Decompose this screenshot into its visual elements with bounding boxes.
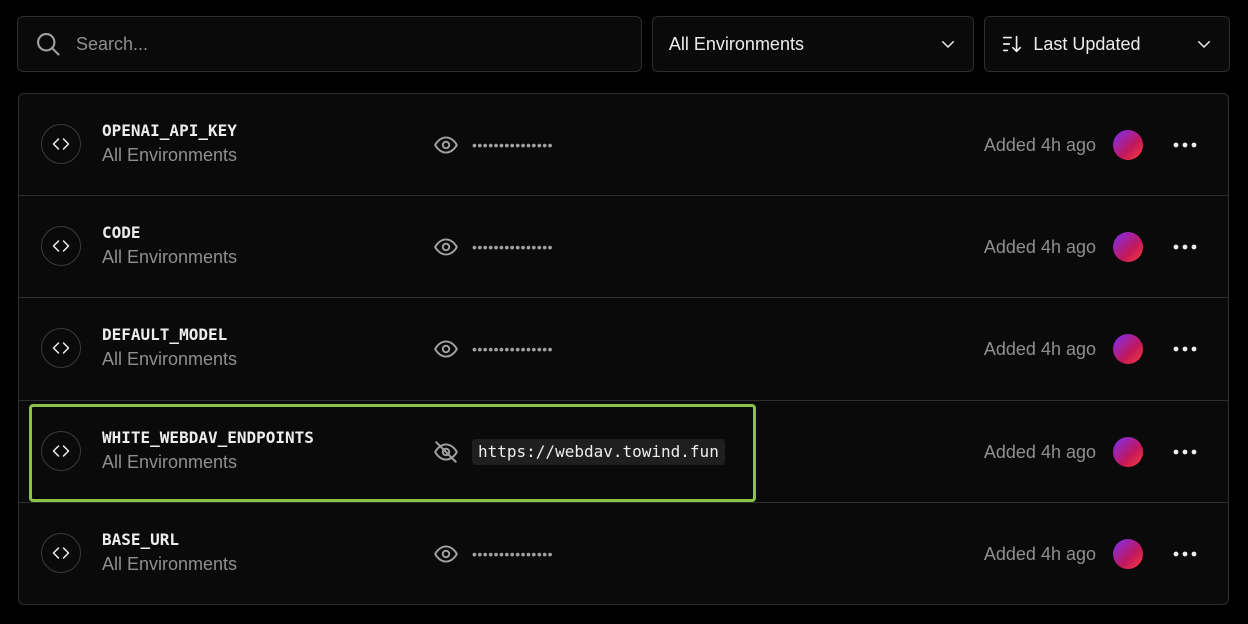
env-var-key: OPENAI_API_KEY — [102, 121, 237, 140]
chevron-down-icon — [942, 41, 955, 48]
more-button[interactable] — [1170, 541, 1200, 567]
code-icon — [41, 430, 81, 471]
code-icon — [41, 124, 81, 164]
more-icon — [1173, 449, 1197, 454]
env-var-added: Added 4h ago — [983, 543, 1096, 564]
env-var-row[interactable]: BASE_URL All Environments ••••••••••••••… — [19, 503, 1228, 604]
environment-select-label: All Environments — [668, 33, 804, 54]
eye-icon[interactable] — [433, 541, 459, 567]
avatar — [1113, 538, 1143, 569]
code-icon — [41, 328, 81, 369]
env-var-key: CODE — [102, 223, 141, 243]
env-var-added: Added 4h ago — [983, 441, 1096, 462]
code-icon — [41, 226, 81, 267]
env-var-row[interactable]: CODE All Environments ••••••••••••••• Ad… — [19, 196, 1228, 299]
env-var-row[interactable]: OPENAI_API_KEY All Environments ••••••••… — [19, 94, 1228, 197]
sort-icon — [1003, 35, 1022, 53]
sort-select-label: Last Updated — [1033, 33, 1141, 54]
search-input[interactable] — [76, 33, 641, 55]
avatar — [1113, 130, 1143, 160]
env-var-revealed-value: https://webdav.towind.fun — [472, 438, 725, 465]
environment-select[interactable]: All Environments — [651, 16, 975, 72]
more-icon — [1173, 346, 1197, 352]
env-var-list: OPENAI_API_KEY All Environments ••••••••… — [18, 93, 1229, 605]
env-var-environment: All Environments — [102, 145, 238, 165]
avatar — [1113, 436, 1143, 467]
eye-icon[interactable] — [433, 336, 459, 362]
avatar — [1113, 334, 1143, 365]
env-var-key: DEFAULT_MODEL — [102, 325, 228, 345]
env-var-environment: All Environments — [102, 553, 238, 574]
more-button[interactable] — [1170, 336, 1200, 362]
env-var-masked-value: ••••••••••••••• — [472, 545, 554, 562]
env-var-masked-value: ••••••••••••••• — [472, 341, 554, 358]
env-var-key: BASE_URL — [102, 529, 180, 549]
more-button[interactable] — [1170, 439, 1200, 465]
env-var-key: WHITE_WEBDAV_ENDPOINTS — [102, 427, 314, 447]
eye-icon[interactable] — [433, 234, 459, 260]
env-var-row[interactable]: DEFAULT_MODEL All Environments •••••••••… — [19, 298, 1228, 401]
more-icon — [1173, 142, 1197, 148]
sort-select[interactable]: Last Updated — [984, 16, 1231, 72]
eye-off-icon[interactable] — [433, 439, 459, 465]
code-icon — [41, 532, 81, 573]
more-button[interactable] — [1170, 234, 1200, 260]
env-var-added: Added 4h ago — [983, 237, 1096, 258]
env-var-row[interactable]: WHITE_WEBDAV_ENDPOINTS All Environments … — [19, 401, 1228, 503]
eye-icon[interactable] — [433, 132, 459, 158]
env-var-environment: All Environments — [102, 451, 238, 472]
env-var-added: Added 4h ago — [983, 339, 1096, 360]
more-icon — [1173, 244, 1197, 250]
search-icon — [37, 33, 60, 56]
env-var-masked-value: ••••••••••••••• — [472, 137, 554, 153]
env-var-masked-value: ••••••••••••••• — [472, 239, 554, 256]
avatar — [1113, 232, 1143, 263]
env-var-environment: All Environments — [102, 247, 238, 268]
more-button[interactable] — [1170, 132, 1200, 158]
search-box[interactable] — [17, 16, 642, 72]
env-var-added: Added 4h ago — [983, 135, 1096, 155]
chevron-down-icon — [1198, 41, 1211, 48]
toolbar: All Environments Last Updated — [17, 16, 1231, 72]
env-var-environment: All Environments — [102, 349, 238, 370]
more-icon — [1173, 551, 1197, 557]
